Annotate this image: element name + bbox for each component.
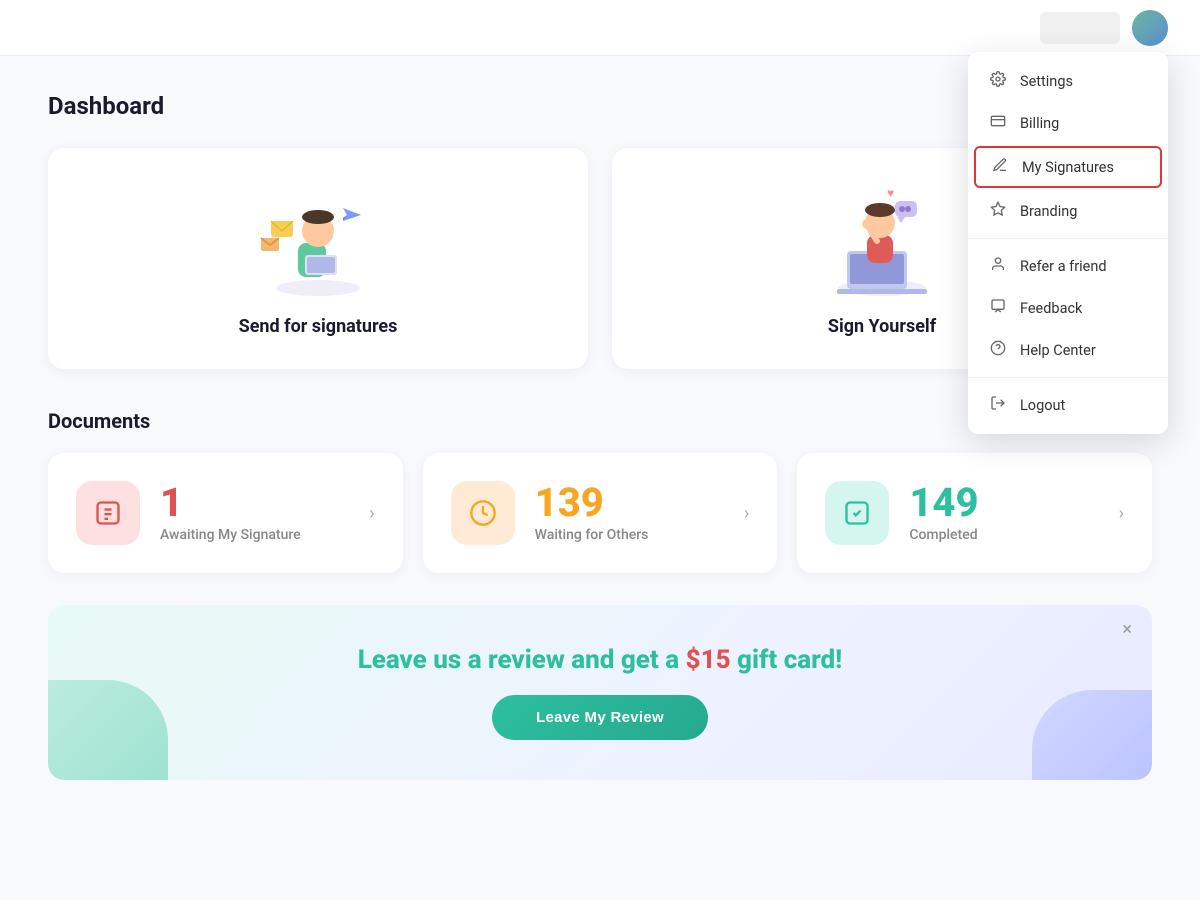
waiting-label: Waiting for Others <box>535 527 649 543</box>
banner-text-suffix: gift card! <box>731 645 843 675</box>
search-placeholder <box>1040 12 1120 44</box>
branding-label: Branding <box>1020 203 1077 220</box>
dropdown-item-feedback[interactable]: Feedback <box>968 287 1168 329</box>
help-center-label: Help Center <box>1020 342 1096 359</box>
banner-text: Leave us a review and get a $15 gift car… <box>358 645 843 675</box>
svg-text:♥: ♥ <box>887 186 894 200</box>
logout-label: Logout <box>1020 397 1065 414</box>
billing-label: Billing <box>1020 115 1059 132</box>
dropdown-item-logout[interactable]: Logout <box>968 384 1168 426</box>
settings-label: Settings <box>1020 73 1073 90</box>
my-signatures-icon <box>990 157 1010 177</box>
refer-friend-icon <box>988 256 1008 276</box>
completed-icon <box>825 481 889 545</box>
completed-label: Completed <box>909 527 978 543</box>
banner-decor-right <box>1032 690 1152 780</box>
feedback-label: Feedback <box>1020 300 1082 317</box>
send-signatures-title: Send for signatures <box>239 316 398 337</box>
awaiting-number: 1 <box>160 483 301 523</box>
awaiting-label: Awaiting My Signature <box>160 527 301 543</box>
completed-arrow: › <box>1119 503 1124 524</box>
awaiting-info: 1 Awaiting My Signature <box>160 483 301 543</box>
banner-decor-left <box>48 680 168 780</box>
leave-review-button[interactable]: Leave My Review <box>492 695 708 740</box>
my-signatures-label: My Signatures <box>1022 159 1114 176</box>
completed-number: 149 <box>909 483 978 523</box>
dropdown-item-settings[interactable]: Settings <box>968 60 1168 102</box>
avatar-image <box>1132 10 1168 46</box>
stat-card-completed[interactable]: 149 Completed › <box>797 453 1152 573</box>
waiting-arrow: › <box>744 503 749 524</box>
settings-icon <box>988 71 1008 91</box>
stat-card-waiting[interactable]: 139 Waiting for Others › <box>423 453 778 573</box>
dropdown-item-branding[interactable]: Branding <box>968 190 1168 232</box>
refer-friend-label: Refer a friend <box>1020 258 1107 275</box>
divider-2 <box>968 377 1168 378</box>
waiting-number: 139 <box>535 483 649 523</box>
awaiting-arrow: › <box>369 503 374 524</box>
banner-text-prefix: Leave us a review and get a <box>358 645 686 675</box>
branding-icon <box>988 201 1008 221</box>
banner-amount: $15 <box>686 645 731 675</box>
help-center-icon <box>988 340 1008 360</box>
waiting-icon <box>451 481 515 545</box>
send-signatures-illustration <box>248 180 388 300</box>
billing-icon <box>988 113 1008 133</box>
doc-stats-row: 1 Awaiting My Signature › 139 Waiting fo… <box>48 453 1152 573</box>
sign-yourself-title: Sign Yourself <box>828 316 936 337</box>
logout-icon <box>988 395 1008 415</box>
divider-1 <box>968 238 1168 239</box>
sign-yourself-illustration: ♥ <box>812 180 952 300</box>
awaiting-icon <box>76 481 140 545</box>
stat-card-awaiting[interactable]: 1 Awaiting My Signature › <box>48 453 403 573</box>
banner-close-button[interactable]: × <box>1122 621 1132 639</box>
dropdown-item-my-signatures[interactable]: My Signatures <box>974 146 1162 188</box>
header-right <box>1040 10 1168 46</box>
feedback-icon <box>988 298 1008 318</box>
header: Settings Billing My Signatures Branding <box>0 0 1200 56</box>
dropdown-item-help-center[interactable]: Help Center <box>968 329 1168 371</box>
dropdown-item-billing[interactable]: Billing <box>968 102 1168 144</box>
dropdown-menu: Settings Billing My Signatures Branding <box>968 52 1168 434</box>
review-banner: × Leave us a review and get a $15 gift c… <box>48 605 1152 780</box>
waiting-info: 139 Waiting for Others <box>535 483 649 543</box>
dropdown-item-refer-friend[interactable]: Refer a friend <box>968 245 1168 287</box>
avatar[interactable] <box>1132 10 1168 46</box>
send-signatures-card[interactable]: Send for signatures <box>48 148 588 369</box>
completed-info: 149 Completed <box>909 483 978 543</box>
